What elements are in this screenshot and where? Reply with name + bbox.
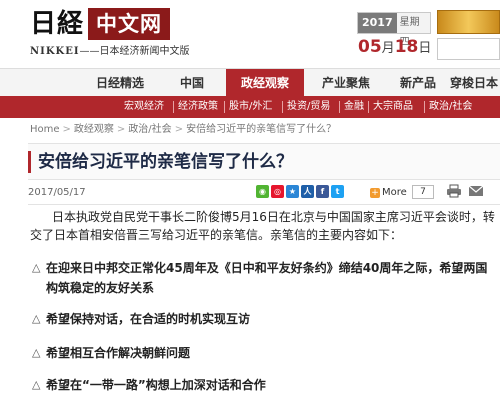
logo-subtitle: NIKKEI——日本经济新闻中文版 [30, 42, 190, 57]
list-item-text: 在迎来日中邦交正常化45周年及《日中和平友好条约》缔结40周年之际，希望两国构筑… [46, 261, 488, 295]
subnav-divider [224, 101, 225, 113]
nav-item-nikkei-picks[interactable]: 日经精选 [84, 69, 156, 97]
twitter-icon[interactable]: t [331, 185, 344, 198]
subnav-item-macro-economy[interactable]: 宏观经济 [124, 96, 164, 118]
more-label: More [382, 187, 407, 198]
nav-item-new-products[interactable]: 新产品 [388, 69, 448, 97]
mail-icon[interactable] [468, 184, 484, 198]
breadcrumb-politics-society[interactable]: 政治/社会 [128, 124, 171, 135]
list-item-text: 希望相互合作解决朝鲜问题 [46, 346, 191, 360]
breadcrumb-separator: > [174, 124, 184, 135]
article-meta-row: 2017/05/17 ◉ ◎ ★ 人 f t + More 7 [28, 184, 500, 202]
breadcrumb-separator: > [62, 124, 71, 135]
subnav-item-finance[interactable]: 金融 [344, 96, 364, 118]
facebook-icon[interactable]: f [316, 185, 329, 198]
subnav-item-stocks-forex[interactable]: 股市/外汇 [229, 96, 272, 118]
print-icon[interactable] [446, 184, 462, 198]
list-item-text: 希望保持对话，在合适的时机实现互访 [46, 312, 251, 326]
meta-divider [28, 204, 500, 205]
breadcrumb-separator: > [116, 124, 126, 135]
date-day-suffix: 日 [418, 41, 432, 56]
subnav-divider [368, 101, 369, 113]
subnav-divider [282, 101, 283, 113]
list-item: △ 希望保持对话，在合适的时机实现互访 [30, 309, 498, 329]
date-year: 2017 [358, 13, 397, 33]
date-month: 05 [358, 37, 382, 57]
site-logo[interactable]: 日経 中文网 [30, 8, 171, 40]
triangle-bullet-icon: △ [32, 312, 41, 325]
date-box: 2017 星期四 [357, 12, 431, 48]
wechat-icon[interactable]: ◉ [256, 185, 269, 198]
subnav-item-commodities[interactable]: 大宗商品 [373, 96, 413, 118]
date-month-day: 05月18日 [358, 36, 431, 60]
subnav-item-investment-trade[interactable]: 投资/贸易 [287, 96, 330, 118]
logo-sub-text: ——日本经济新闻中文版 [79, 46, 190, 57]
nav-item-industry[interactable]: 产业聚焦 [306, 69, 386, 97]
list-item: △ 希望相互合作解决朝鲜问题 [30, 343, 498, 363]
logo-chinese-text: 中文网 [88, 8, 171, 40]
date-weekday: 星期四 [396, 13, 430, 48]
main-nav: 日经精选 中国 政经观察 产业聚焦 新产品 穿梭日本 [0, 68, 500, 97]
breadcrumb: Home > 政经观察 > 政治/社会 > 安倍给习近平的亲笔信写了什么？ [30, 123, 336, 137]
subnav-divider [424, 101, 425, 113]
nav-item-japan-travel[interactable]: 穿梭日本 [450, 69, 500, 97]
logo-nikkei-text: 日経 [30, 9, 85, 39]
logo-sub-brand: NIKKEI [30, 46, 80, 57]
plus-icon: + [370, 188, 380, 198]
share-count: 7 [412, 185, 434, 199]
breadcrumb-current: 安倍给习近平的亲笔信写了什么？ [186, 124, 337, 135]
breadcrumb-home[interactable]: Home [30, 124, 60, 135]
nav-item-china[interactable]: 中国 [160, 69, 224, 97]
nav-item-politics-economy[interactable]: 政经观察 [226, 69, 304, 97]
weibo-icon[interactable]: ◎ [271, 185, 284, 198]
date-day: 18 [394, 37, 419, 57]
article-title: 安倍给习近平的亲笔信写了什么？ [38, 152, 293, 172]
triangle-bullet-icon: △ [32, 346, 41, 359]
date-month-suffix: 月 [381, 41, 395, 56]
site-header: 日経 中文网 NIKKEI——日本经济新闻中文版 2017 星期四 05月18日 [0, 0, 500, 66]
list-item: △ 在迎来日中邦交正常化45周年及《日中和平友好条约》缔结40周年之际，希望两国… [30, 258, 498, 298]
list-item-text: 希望在“一带一路”构想上加深对话和合作 [46, 378, 266, 392]
triangle-bullet-icon: △ [32, 261, 41, 274]
subnav-item-politics-society[interactable]: 政治/社会 [429, 96, 472, 118]
article-intro: 日本执政党自民党干事长二阶俊博5月16日在北京与中国国家主席习近平会谈时，转交了… [30, 210, 495, 242]
list-item: △ 希望在“一带一路”构想上加深对话和合作 [30, 375, 498, 395]
search-input[interactable] [437, 38, 500, 60]
qzone-icon[interactable]: ★ [286, 185, 299, 198]
sub-nav: 宏观经济 经济政策 股市/外汇 投资/贸易 金融 大宗商品 政治/社会 [0, 96, 500, 118]
share-icons: ◉ ◎ ★ 人 f t [256, 184, 344, 200]
subnav-item-economic-policy[interactable]: 经济政策 [178, 96, 218, 118]
breadcrumb-politics-economy[interactable]: 政经观察 [74, 124, 114, 135]
title-accent-bar [28, 151, 31, 173]
more-share-button[interactable]: + More [370, 186, 407, 199]
subnav-divider [173, 101, 174, 113]
header-banner-ad[interactable] [437, 10, 500, 34]
renren-icon[interactable]: 人 [301, 185, 314, 198]
subnav-divider [339, 101, 340, 113]
article-title-bar: 安倍给习近平的亲笔信写了什么？ [28, 143, 500, 180]
publish-date: 2017/05/17 [28, 187, 86, 198]
triangle-bullet-icon: △ [32, 378, 41, 391]
